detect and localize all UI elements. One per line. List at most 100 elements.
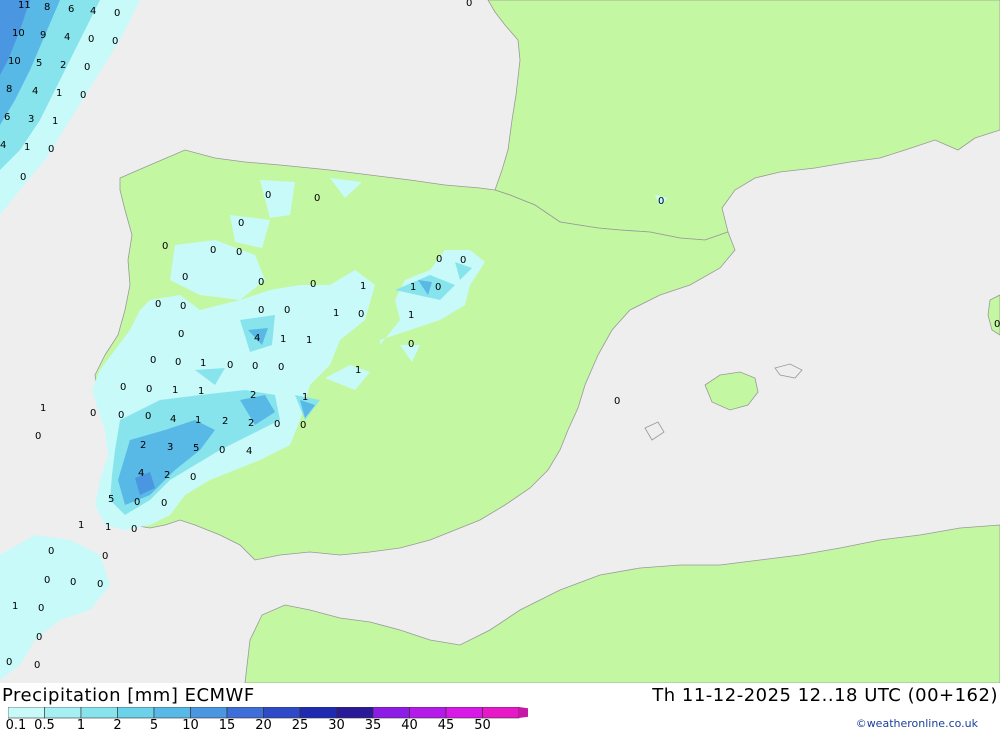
legend-swatch bbox=[445, 707, 483, 719]
legend-swatch bbox=[80, 707, 118, 719]
map-value-label: 0 bbox=[36, 632, 42, 643]
map-value-label: 0 bbox=[408, 339, 414, 350]
map-value-label: 1 bbox=[105, 522, 111, 533]
map-value-label: 1 bbox=[195, 415, 201, 426]
map-value-label: 2 bbox=[164, 470, 170, 481]
map-value-label: 0 bbox=[278, 362, 284, 373]
map-value-label: 0 bbox=[102, 551, 108, 562]
map-value-label: 11 bbox=[18, 0, 31, 11]
map-value-label: 0 bbox=[146, 384, 152, 395]
map-value-label: 0 bbox=[48, 546, 54, 557]
map-value-label: 4 bbox=[64, 32, 70, 43]
map-value-label: 1 bbox=[12, 601, 18, 612]
map-value-label: 0 bbox=[20, 172, 26, 183]
map-value-label: 4 bbox=[90, 6, 96, 17]
map-value-label: 0 bbox=[219, 445, 225, 456]
map-value-label: 2 bbox=[60, 60, 66, 71]
map-value-label: 3 bbox=[28, 114, 34, 125]
map-title: Precipitation [mm] ECMWF bbox=[2, 685, 255, 706]
map-value-label: 4 bbox=[32, 86, 38, 97]
map-value-label: 0 bbox=[466, 0, 472, 9]
map-value-label: 1 bbox=[306, 335, 312, 346]
map-value-label: 0 bbox=[90, 408, 96, 419]
map-value-label: 0 bbox=[97, 579, 103, 590]
map-value-label: 0 bbox=[131, 524, 137, 535]
valid-time: Th 11-12-2025 12..18 UTC (00+162) bbox=[652, 685, 998, 706]
map-value-label: 1 bbox=[24, 142, 30, 153]
legend-swatch bbox=[153, 707, 191, 719]
legend-swatch bbox=[263, 707, 301, 719]
map-value-label: 6 bbox=[68, 4, 74, 15]
legend-swatch bbox=[372, 707, 410, 719]
map-value-label: 0 bbox=[210, 245, 216, 256]
map-value-label: 2 bbox=[140, 440, 146, 451]
legend-label: 35 bbox=[364, 718, 382, 733]
map-value-label: 5 bbox=[193, 443, 199, 454]
legend-swatch bbox=[190, 707, 228, 719]
legend-label: 20 bbox=[255, 718, 272, 733]
map-value-label: 0 bbox=[436, 254, 442, 265]
map-value-label: 0 bbox=[182, 272, 188, 283]
map-value-label: 1 bbox=[355, 365, 361, 376]
map-value-label: 1 bbox=[408, 310, 414, 321]
map-value-label: 4 bbox=[138, 468, 144, 479]
map-value-label: 0 bbox=[265, 190, 271, 201]
map-value-label: 0 bbox=[358, 309, 364, 320]
map-value-label: 1 bbox=[280, 334, 286, 345]
map-value-label: 2 bbox=[248, 418, 254, 429]
map-value-label: 2 bbox=[250, 390, 256, 401]
map-value-label: 10 bbox=[8, 56, 21, 67]
legend-labels: 0.1 0.5 1 2 5 10 15 20 25 30 35 40 45 50 bbox=[0, 718, 1000, 734]
map-value-label: 0 bbox=[227, 360, 233, 371]
map-value-label: 0 bbox=[120, 382, 126, 393]
map-value-label: 0 bbox=[284, 305, 290, 316]
legend-label: 45 bbox=[437, 718, 455, 733]
map-value-label: 0 bbox=[258, 277, 264, 288]
map-value-label: 0 bbox=[178, 329, 184, 340]
map-value-label: 0 bbox=[658, 196, 664, 207]
precipitation-map: 11 8 6 4 0 10 9 4 0 0 10 5 2 0 8 4 1 0 6… bbox=[0, 0, 1000, 683]
map-value-label: 0 bbox=[314, 193, 320, 204]
map-value-label: 0 bbox=[88, 34, 94, 45]
map-value-label: 6 bbox=[4, 112, 10, 123]
map-value-label: 0 bbox=[161, 498, 167, 509]
legend-swatch bbox=[409, 707, 447, 719]
map-value-label: 3 bbox=[167, 442, 173, 453]
map-value-label: 4 bbox=[246, 446, 252, 457]
map-value-label: 0 bbox=[274, 419, 280, 430]
map-value-label: 10 bbox=[12, 28, 25, 39]
legend-swatch bbox=[336, 707, 374, 719]
map-value-label: 0 bbox=[310, 279, 316, 290]
map-value-label: 0 bbox=[134, 497, 140, 508]
map-value-label: 9 bbox=[40, 30, 46, 41]
legend-label: 1 bbox=[76, 718, 86, 733]
map-value-label: 1 bbox=[333, 308, 339, 319]
map-value-label: 0 bbox=[300, 420, 306, 431]
map-value-label: 0 bbox=[44, 575, 50, 586]
legend-label: 25 bbox=[291, 718, 309, 733]
map-value-label: 0 bbox=[175, 357, 181, 368]
map-value-label: 0 bbox=[155, 299, 161, 310]
map-value-label: 0 bbox=[6, 657, 12, 668]
legend-swatch bbox=[482, 707, 520, 719]
map-value-label: 4 bbox=[170, 414, 176, 425]
map-value-label: 1 bbox=[78, 520, 84, 531]
map-value-label: 0 bbox=[252, 361, 258, 372]
map-value-label: 0 bbox=[35, 431, 41, 442]
credit-link[interactable]: ©weatheronline.co.uk bbox=[856, 717, 978, 730]
map-value-label: 0 bbox=[435, 282, 441, 293]
map-value-label: 0 bbox=[238, 218, 244, 229]
map-value-label: 0 bbox=[48, 144, 54, 155]
map-value-label: 0 bbox=[162, 241, 168, 252]
legend-label: 0.5 bbox=[34, 718, 55, 733]
map-value-label: 8 bbox=[44, 2, 50, 13]
map-value-label: 0 bbox=[84, 62, 90, 73]
map-value-label: 0 bbox=[460, 255, 466, 266]
footer-panel: Precipitation [mm] ECMWF Th 11-12-2025 1… bbox=[0, 683, 1000, 733]
legend-swatch bbox=[299, 707, 337, 719]
legend-swatch bbox=[226, 707, 264, 719]
map-value-label: 0 bbox=[258, 305, 264, 316]
map-value-label: 0 bbox=[180, 301, 186, 312]
map-value-label: 0 bbox=[38, 603, 44, 614]
legend-label: 5 bbox=[149, 718, 159, 733]
